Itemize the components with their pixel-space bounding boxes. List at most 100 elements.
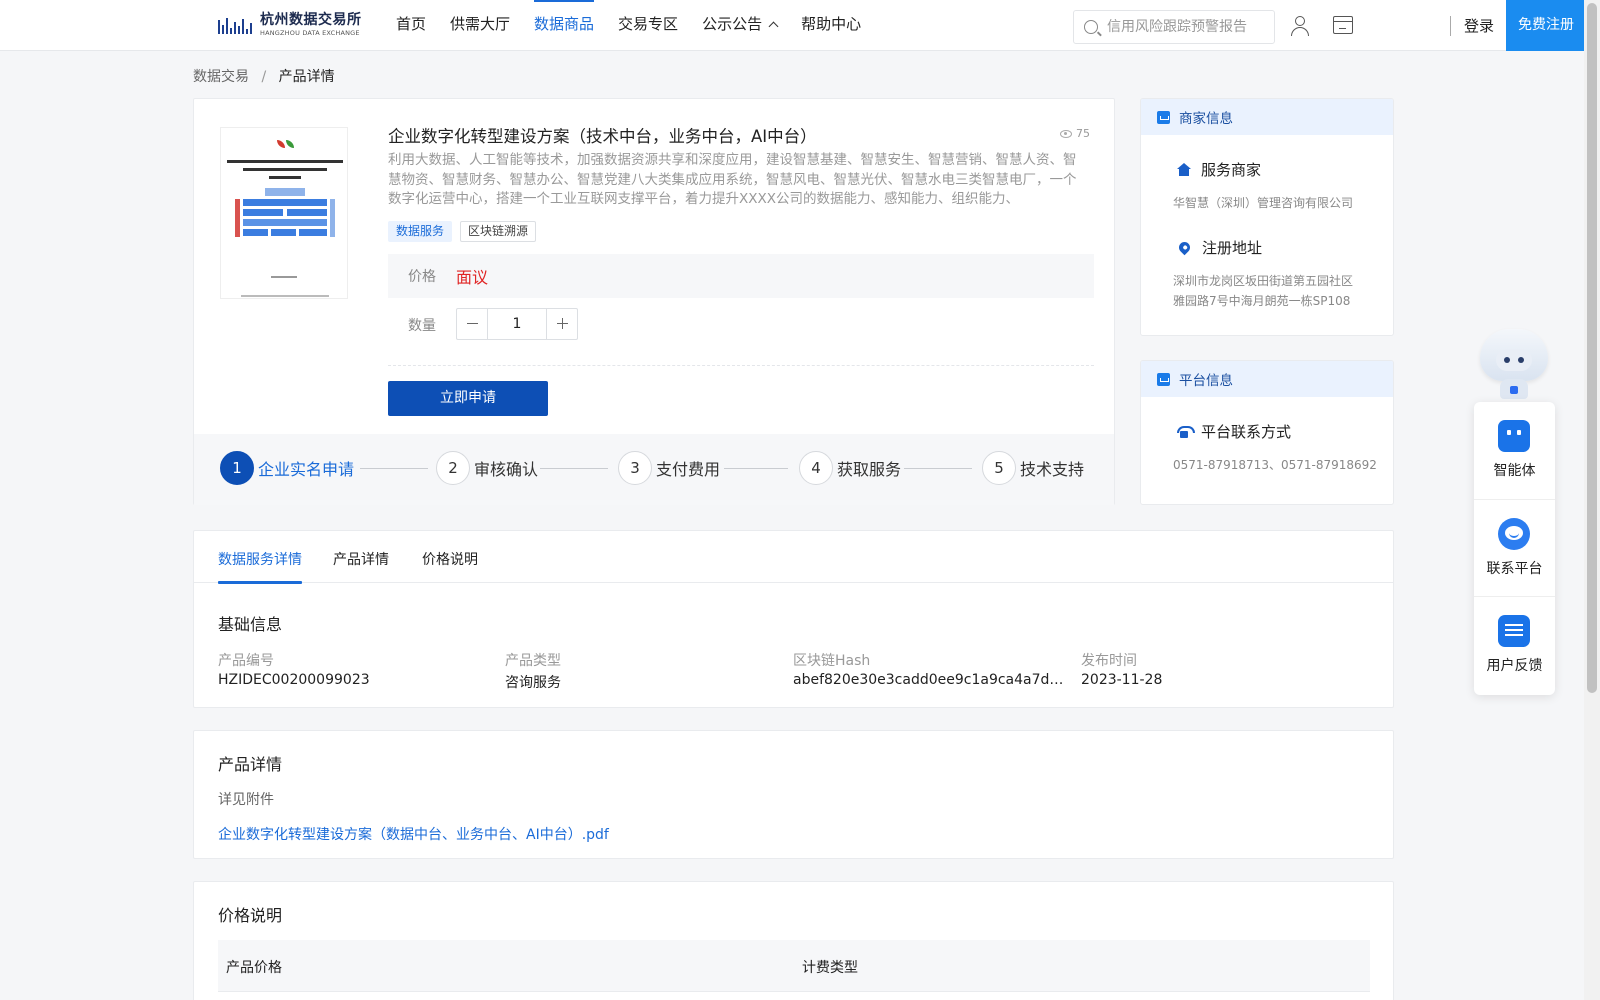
platform-info-card: 平台信息 平台联系方式 0571-87918713、0571-87918692 xyxy=(1140,360,1394,505)
view-count-value: 75 xyxy=(1076,127,1090,140)
price-description-title: 价格说明 xyxy=(218,906,283,925)
location-pin-icon xyxy=(1176,239,1193,256)
login-link[interactable]: 登录 xyxy=(1464,15,1494,36)
float-feedback-label: 用户反馈 xyxy=(1486,658,1543,674)
quantity-plus-button[interactable] xyxy=(546,309,577,339)
house-icon xyxy=(1177,163,1191,176)
feedback-icon xyxy=(1498,615,1530,647)
quantity-minus-button[interactable] xyxy=(457,309,488,339)
assistant-robot-icon[interactable] xyxy=(1474,325,1554,405)
merchant-info-card: 商家信息 服务商家 华智慧（深圳）管理咨询有限公司 注册地址 深圳市龙岗区坂田街… xyxy=(1140,98,1394,336)
platform-contact-title-text: 平台联系方式 xyxy=(1201,423,1292,441)
page-scrollbar[interactable] xyxy=(1584,0,1600,1000)
process-steps: 1 企业实名申请 2 审核确认 3 支付费用 4 获取服务 5 技术支持 xyxy=(194,434,1114,505)
tag-data-service: 数据服务 xyxy=(388,221,453,242)
thumbnail-diagram xyxy=(235,188,335,246)
nav-data-products[interactable]: 数据商品 xyxy=(534,0,595,50)
address-title-text: 注册地址 xyxy=(1202,239,1263,257)
step-connector xyxy=(904,468,972,469)
publish-date-value: 2023-11-28 xyxy=(1081,672,1163,688)
step-connector xyxy=(724,468,788,469)
product-code-label: 产品编号 xyxy=(218,653,274,669)
breadcrumb-current: 产品详情 xyxy=(278,69,335,85)
product-card: 企业数字化转型建设方案（技术中台，业务中台，AI中台） 75 利用大数据、人工智… xyxy=(193,98,1115,505)
telephone-icon xyxy=(1177,425,1195,438)
detail-tabs: 数据服务详情 产品详情 价格说明 xyxy=(194,531,1393,584)
logo-en-text: HANGZHOU DATA EXCHANGE xyxy=(260,29,360,38)
product-title: 企业数字化转型建设方案（技术中台，业务中台，AI中台） xyxy=(388,127,817,146)
address-line-1: 深圳市龙岗区坂田街道第五园社区 xyxy=(1173,274,1354,288)
product-thumbnail xyxy=(220,127,348,299)
step-4-label: 获取服务 xyxy=(837,460,902,479)
nav-help-center[interactable]: 帮助中心 xyxy=(801,0,861,50)
merchant-info-heading: 商家信息 xyxy=(1179,111,1233,127)
chevron-up-icon xyxy=(768,21,779,32)
tab-data-service-detail[interactable]: 数据服务详情 xyxy=(218,549,302,584)
step-3-number: 3 xyxy=(618,451,652,485)
float-contact-label: 联系平台 xyxy=(1486,561,1543,577)
step-connector xyxy=(540,468,608,469)
apply-now-button[interactable]: 立即申请 xyxy=(388,381,548,416)
product-description: 利用大数据、人工智能等技术，加强数据资源共享和深度应用，建设智慧基建、智慧安生、… xyxy=(388,152,1077,208)
breadcrumb: 数据交易 / 产品详情 xyxy=(193,66,335,86)
view-count: 75 xyxy=(1060,127,1090,140)
price-label: 价格 xyxy=(408,269,436,285)
float-contact-button[interactable]: 联系平台 xyxy=(1474,499,1555,596)
product-detail-title: 产品详情 xyxy=(218,755,283,774)
step-connector xyxy=(360,468,428,469)
step-5: 5 技术支持 xyxy=(982,451,1084,485)
provider-title: 服务商家 xyxy=(1177,159,1261,180)
platform-icon xyxy=(1157,372,1170,386)
blockchain-hash-value: abef820e30e3cadd0ee9c1a9ca4a7d1e90... xyxy=(793,672,1065,688)
float-agent-label: 智能体 xyxy=(1493,463,1536,479)
step-1-label: 企业实名申请 xyxy=(258,460,355,479)
search-icon xyxy=(1084,20,1098,34)
provider-name: 华智慧（深圳）管理咨询有限公司 xyxy=(1173,196,1354,210)
search-box[interactable] xyxy=(1073,10,1275,44)
product-tags: 数据服务 区块链溯源 xyxy=(388,221,544,242)
logo-cn-text: 杭州数据交易所 xyxy=(260,12,362,29)
shop-icon xyxy=(1157,110,1170,124)
quantity-value[interactable]: 1 xyxy=(488,309,546,339)
product-code-value: HZIDEC00200099023 xyxy=(218,672,370,688)
price-description-card: 价格说明 产品价格 计费类型 xyxy=(193,881,1394,1000)
tag-blockchain-trace: 区块链溯源 xyxy=(460,221,537,242)
nav-announcements[interactable]: 公示公告 xyxy=(702,0,779,50)
register-button[interactable]: 免费注册 xyxy=(1506,0,1586,51)
scrollbar-thumb[interactable] xyxy=(1587,3,1597,693)
step-3-label: 支付费用 xyxy=(656,460,721,479)
nav-supply-demand[interactable]: 供需大厅 xyxy=(450,0,510,50)
price-value: 面议 xyxy=(456,268,489,287)
quantity-label: 数量 xyxy=(408,318,436,334)
step-3: 3 支付费用 xyxy=(618,451,720,485)
attachment-link[interactable]: 企业数字化转型建设方案（数据中台、业务中台、AI中台）.pdf xyxy=(218,824,609,844)
detail-tabs-card: 数据服务详情 产品详情 价格说明 基础信息 产品编号 HZIDEC0020009… xyxy=(193,530,1394,708)
quantity-stepper: 1 xyxy=(456,308,578,340)
price-table-header: 产品价格 计费类型 xyxy=(218,940,1370,992)
float-agent-button[interactable]: 智能体 xyxy=(1474,402,1555,499)
product-detail-note: 详见附件 xyxy=(218,792,274,808)
breadcrumb-parent[interactable]: 数据交易 xyxy=(193,69,249,85)
eye-icon xyxy=(1060,129,1072,138)
logo-mark-icon xyxy=(218,12,256,38)
price-row: 价格 面议 xyxy=(388,254,1094,298)
store-icon[interactable] xyxy=(1333,16,1353,34)
header-divider xyxy=(1450,16,1451,36)
search-input[interactable] xyxy=(1107,19,1267,35)
nav-trade-zone[interactable]: 交易专区 xyxy=(618,0,678,50)
platform-contact-title: 平台联系方式 xyxy=(1177,421,1291,442)
tab-price-description[interactable]: 价格说明 xyxy=(422,549,478,583)
nav-home[interactable]: 首页 xyxy=(396,0,426,50)
step-5-label: 技术支持 xyxy=(1020,460,1085,479)
tab-product-detail[interactable]: 产品详情 xyxy=(333,549,389,583)
step-1-number: 1 xyxy=(220,451,254,485)
agent-icon xyxy=(1498,420,1530,452)
address-title: 注册地址 xyxy=(1176,237,1263,258)
float-feedback-button[interactable]: 用户反馈 xyxy=(1474,596,1555,693)
thumbnail-logo-icon xyxy=(277,140,295,150)
blockchain-hash-label: 区块链Hash xyxy=(793,653,871,669)
site-logo[interactable]: 杭州数据交易所 HANGZHOU DATA EXCHANGE xyxy=(218,11,362,39)
platform-contact-phones: 0571-87918713、0571-87918692 xyxy=(1173,458,1377,472)
product-type-label: 产品类型 xyxy=(505,653,561,669)
user-icon[interactable] xyxy=(1290,16,1310,36)
